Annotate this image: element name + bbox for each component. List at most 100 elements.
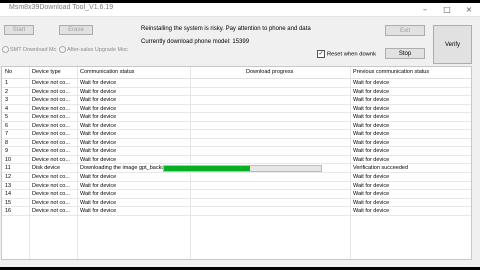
cell-communication-status: Wait for device	[80, 80, 117, 86]
cell-no: 3	[5, 97, 9, 104]
table-row[interactable]: 16 Device not co... Wait for device Wait fo…	[2, 207, 471, 216]
cell-communication-status: Wait for device	[80, 122, 117, 129]
cell-previous-status: Wait for device	[353, 105, 390, 112]
cell-no: 2	[5, 88, 9, 95]
table-row[interactable]: 11 Disk device Downloading the image gpt_b…	[2, 164, 471, 174]
cell-device-type: Device not co...	[32, 174, 70, 181]
cell-no: 12	[5, 174, 12, 181]
cell-device-type: Device not co...	[32, 191, 70, 198]
cell-device-type: Device not co...	[32, 105, 70, 112]
phone-model-text: Currently download phone model: 15399	[141, 39, 250, 45]
cell-communication-status: Wait for device	[80, 182, 117, 189]
cell-device-type: Device not co...	[32, 156, 70, 163]
cell-device-type: Device not co...	[32, 148, 70, 155]
cell-previous-status: Verification succeeded	[353, 165, 409, 172]
smt-download-option[interactable]: SMT Download Mc	[2, 46, 56, 53]
window-title: Msm8x39Download Tool_V1.6.19	[9, 4, 114, 11]
cell-no: 14	[5, 191, 12, 198]
erase-button[interactable]: Erase	[59, 25, 93, 35]
cell-device-type: Disk device	[32, 165, 61, 172]
table-row[interactable]: 15 Device not co... Wait for device Wait fo…	[2, 199, 471, 208]
column-header-device-type[interactable]: Device type	[32, 69, 61, 75]
table-row[interactable]: 14 Device not co... Wait for device Wait fo…	[2, 190, 471, 199]
table-row[interactable]: 12 Device not co... Wait for device Wait fo…	[2, 173, 471, 182]
cell-no: 7	[5, 131, 9, 138]
cell-communication-status: Wait for device	[80, 97, 117, 104]
app-window: Msm8x39Download Tool_V1.6.19 – □ × Start…	[0, 3, 480, 267]
column-header-download-progress[interactable]: Download progress	[246, 69, 293, 75]
exit-button[interactable]: Exit	[385, 25, 425, 36]
cell-communication-status: Wait for device	[80, 105, 117, 112]
cell-device-type: Device not co...	[32, 199, 70, 206]
table-row[interactable]: 3 Device not co... Wait for device Wait for…	[2, 96, 471, 105]
cell-no: 9	[5, 148, 9, 155]
cell-previous-status: Wait for device	[353, 199, 390, 206]
cell-previous-status: Wait for device	[353, 182, 390, 189]
cell-device-type: Device not co...	[32, 97, 70, 104]
column-header-previous-status[interactable]: Previous communication status	[353, 69, 429, 75]
radio-icon	[2, 46, 9, 53]
cell-no: 10	[5, 156, 12, 163]
cell-no: 1	[5, 80, 9, 86]
after-sales-option[interactable]: After-sales Upgrade Moc	[59, 46, 128, 53]
checkmark-icon: ✓	[317, 50, 325, 58]
cell-no: 4	[5, 105, 9, 112]
cell-previous-status: Wait for device	[353, 122, 390, 129]
cell-device-type: Device not co...	[32, 80, 70, 86]
table-row[interactable]: 7 Device not co... Wait for device Wait for…	[2, 130, 471, 139]
cell-communication-status: Wait for device	[80, 88, 117, 95]
cell-no: 13	[5, 182, 12, 189]
cell-previous-status: Wait for device	[353, 208, 390, 215]
cell-device-type: Device not co...	[32, 139, 70, 146]
cell-no: 8	[5, 139, 9, 146]
progress-fill	[164, 165, 251, 171]
column-header-communication-status[interactable]: Communication status	[80, 69, 134, 75]
cell-communication-status: Wait for device	[80, 114, 117, 121]
maximize-button[interactable]: □	[437, 3, 457, 16]
cell-communication-status: Wait for device	[80, 191, 117, 198]
cell-previous-status: Wait for device	[353, 114, 390, 121]
cell-communication-status: Wait for device	[80, 131, 117, 138]
table-row[interactable]: 6 Device not co... Wait for device Wait for…	[2, 122, 471, 131]
stop-button[interactable]: Stop	[385, 48, 425, 59]
verify-button[interactable]: Verify	[433, 25, 472, 64]
smt-download-label: SMT Download Mc	[10, 46, 57, 53]
cell-device-type: Device not co...	[32, 131, 70, 138]
table-row[interactable]: 9 Device not co... Wait for device Wait for…	[2, 147, 471, 156]
download-progress-bar	[163, 164, 322, 172]
table-row[interactable]: 4 Device not co... Wait for device Wait for…	[2, 105, 471, 114]
table-row[interactable]: 8 Device not co... Wait for device Wait for…	[2, 139, 471, 148]
cell-previous-status: Wait for device	[353, 174, 390, 181]
title-bar: Msm8x39Download Tool_V1.6.19 – □ ×	[0, 3, 480, 17]
cell-previous-status: Wait for device	[353, 191, 390, 198]
cell-no: 15	[5, 199, 12, 206]
table-row[interactable]: 10 Device not co... Wait for device Wait fo…	[2, 156, 471, 165]
cell-communication-status: Wait for device	[80, 208, 117, 215]
reset-checkbox[interactable]: ✓ Reset when downk	[317, 50, 376, 58]
table-row[interactable]: 2 Device not co... Wait for device Wait for…	[2, 88, 471, 97]
cell-previous-status: Wait for device	[353, 88, 390, 95]
column-header-no[interactable]: No	[5, 69, 12, 75]
cell-no: 16	[5, 208, 12, 215]
table-row[interactable]: 5 Device not co... Wait for device Wait for…	[2, 113, 471, 122]
cell-previous-status: Wait for device	[353, 97, 390, 104]
cell-device-type: Device not co...	[32, 182, 70, 189]
cell-previous-status: Wait for device	[353, 156, 390, 163]
close-button[interactable]: ×	[459, 3, 479, 16]
cell-device-type: Device not co...	[32, 114, 70, 121]
cell-no: 6	[5, 122, 9, 129]
risk-warning-text: Reinstalling the system is risky. Pay at…	[141, 26, 311, 32]
cell-communication-status: Wait for device	[80, 174, 117, 181]
cell-communication-status: Wait for device	[80, 199, 117, 206]
minimize-button[interactable]: –	[415, 3, 435, 16]
table-body: 1 Device not co... Wait for device Wait for…	[2, 79, 471, 216]
after-sales-label: After-sales Upgrade Moc	[67, 46, 128, 53]
radio-icon	[59, 46, 66, 53]
cell-communication-status: Wait for device	[80, 148, 117, 155]
cell-previous-status: Wait for device	[353, 80, 390, 86]
cell-device-type: Device not co...	[32, 88, 70, 95]
table-row[interactable]: 1 Device not co... Wait for device Wait for…	[2, 79, 471, 88]
table-row[interactable]: 13 Device not co... Wait for device Wait fo…	[2, 182, 471, 191]
cell-no: 11	[5, 165, 11, 172]
start-button[interactable]: Start	[4, 25, 34, 35]
